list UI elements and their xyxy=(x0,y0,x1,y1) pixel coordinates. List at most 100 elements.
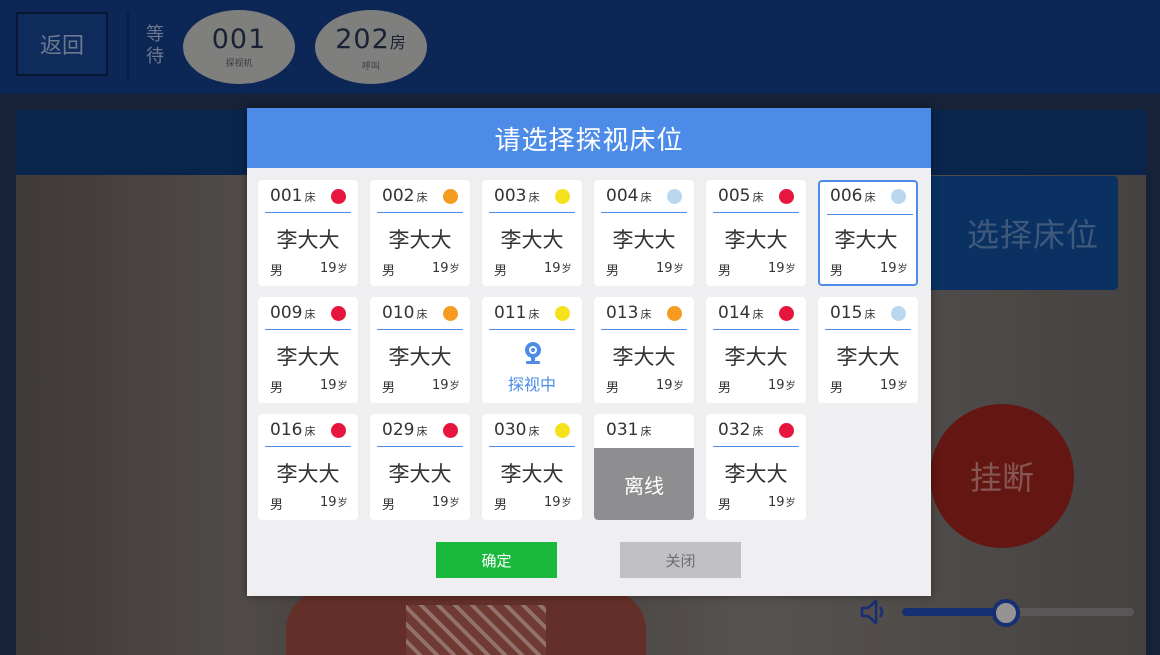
card-divider xyxy=(713,212,799,213)
bed-card[interactable]: 015 床李大大男 19岁 xyxy=(818,297,918,403)
patient-name: 李大大 xyxy=(724,228,788,252)
age-unit: 岁 xyxy=(785,381,796,392)
patient-name: 李大大 xyxy=(388,462,452,486)
visiting-label: 探视中 xyxy=(507,375,556,394)
bed-card[interactable]: 002 床李大大男 19岁 xyxy=(370,180,470,286)
status-dot-icon xyxy=(891,306,906,321)
bed-card[interactable]: 016 床李大大男 19岁 xyxy=(258,414,358,520)
patient-age-line: 19岁 xyxy=(880,377,908,393)
age-unit: 岁 xyxy=(337,264,348,275)
status-dot-icon xyxy=(779,306,794,321)
bed-card[interactable]: 031 床离线 xyxy=(594,414,694,520)
card-divider xyxy=(601,212,687,213)
status-dot-icon xyxy=(555,189,570,204)
bed-card[interactable]: 030 床李大大男 19岁 xyxy=(482,414,582,520)
patient-sex: 男 xyxy=(270,498,284,513)
patient-name: 李大大 xyxy=(500,228,564,252)
bed-card[interactable]: 004 床李大大男 19岁 xyxy=(594,180,694,286)
bed-unit: 床 xyxy=(416,191,428,204)
patient-age-line: 19岁 xyxy=(320,260,348,276)
bed-number: 004 xyxy=(606,186,639,206)
bed-number-line: 004 床 xyxy=(606,186,651,206)
age-unit: 岁 xyxy=(561,264,572,275)
patient-sex: 男 xyxy=(382,264,396,279)
bed-number: 006 xyxy=(830,186,863,206)
bed-card[interactable]: 032 床李大大男 19岁 xyxy=(706,414,806,520)
bed-card[interactable]: 011 床探视中 xyxy=(482,297,582,403)
bed-select-dialog: 请选择探视床位 001 床李大大男 19岁 002 床李大大男 19岁 003 床李大大男 19… xyxy=(247,108,931,596)
bed-number: 013 xyxy=(606,303,639,323)
bed-card[interactable]: 010 床李大大男 19岁 xyxy=(370,297,470,403)
patient-age: 19 xyxy=(656,378,673,393)
bed-card-header: 014 床 xyxy=(706,297,806,331)
bed-number-line: 032 床 xyxy=(718,420,763,440)
bed-card-header: 005 床 xyxy=(706,180,806,214)
card-divider xyxy=(489,212,575,213)
bed-card[interactable]: 014 床李大大男 19岁 xyxy=(706,297,806,403)
bed-card[interactable]: 013 床李大大男 19岁 xyxy=(594,297,694,403)
bed-unit: 床 xyxy=(304,425,316,438)
bed-card-header: 031 床 xyxy=(594,414,694,448)
bed-number-line: 029 床 xyxy=(382,420,427,440)
card-divider xyxy=(265,329,351,330)
bed-card[interactable]: 005 床李大大男 19岁 xyxy=(706,180,806,286)
patient-name: 李大大 xyxy=(500,462,564,486)
bed-number-line: 031 床 xyxy=(606,420,651,440)
bed-number-line: 015 床 xyxy=(830,303,875,323)
card-divider xyxy=(601,329,687,330)
offline-label: 离线 xyxy=(594,448,694,520)
status-dot-icon xyxy=(555,423,570,438)
patient-age: 19 xyxy=(320,261,337,276)
bed-number-line: 010 床 xyxy=(382,303,427,323)
bed-card-header: 010 床 xyxy=(370,297,470,331)
patient-sex: 男 xyxy=(718,381,732,396)
bed-number: 031 xyxy=(606,420,639,440)
card-divider xyxy=(827,214,913,215)
status-dot-icon xyxy=(331,306,346,321)
patient-age-line: 19岁 xyxy=(432,260,460,276)
bed-unit: 床 xyxy=(752,425,764,438)
card-divider xyxy=(377,212,463,213)
bed-number-line: 016 床 xyxy=(270,420,315,440)
status-dot-icon xyxy=(331,423,346,438)
bed-unit: 床 xyxy=(864,308,876,321)
bed-card[interactable]: 009 床李大大男 19岁 xyxy=(258,297,358,403)
card-divider xyxy=(489,329,575,330)
confirm-button[interactable]: 确定 xyxy=(436,542,557,578)
status-dot-icon xyxy=(443,189,458,204)
bed-number: 032 xyxy=(718,420,751,440)
card-divider xyxy=(713,446,799,447)
bed-unit: 床 xyxy=(640,308,652,321)
bed-number-line: 013 床 xyxy=(606,303,651,323)
bed-card-header: 015 床 xyxy=(818,297,918,331)
bed-unit: 床 xyxy=(528,308,540,321)
bed-unit: 床 xyxy=(416,308,428,321)
bed-unit: 床 xyxy=(528,425,540,438)
bed-card[interactable]: 001 床李大大男 19岁 xyxy=(258,180,358,286)
bed-card-header: 002 床 xyxy=(370,180,470,214)
dialog-title: 请选择探视床位 xyxy=(247,108,931,168)
close-button[interactable]: 关闭 xyxy=(620,542,741,578)
patient-name: 李大大 xyxy=(834,228,898,252)
bed-card[interactable]: 029 床李大大男 19岁 xyxy=(370,414,470,520)
age-unit: 岁 xyxy=(897,381,908,392)
bed-number: 002 xyxy=(382,186,415,206)
bed-card[interactable]: 003 床李大大男 19岁 xyxy=(482,180,582,286)
bed-number: 029 xyxy=(382,420,415,440)
status-dot-icon xyxy=(891,189,906,204)
bed-unit: 床 xyxy=(640,191,652,204)
bed-number-line: 030 床 xyxy=(494,420,539,440)
patient-age: 19 xyxy=(320,378,337,393)
age-unit: 岁 xyxy=(673,381,684,392)
bed-number: 015 xyxy=(830,303,863,323)
bed-number-line: 005 床 xyxy=(718,186,763,206)
age-unit: 岁 xyxy=(449,381,460,392)
bed-card[interactable]: 006 床李大大男 19岁 xyxy=(818,180,918,286)
patient-age-line: 19岁 xyxy=(320,377,348,393)
patient-name: 李大大 xyxy=(724,462,788,486)
age-unit: 岁 xyxy=(449,264,460,275)
bed-number: 016 xyxy=(270,420,303,440)
patient-sex: 男 xyxy=(270,264,284,279)
bed-number: 003 xyxy=(494,186,527,206)
age-unit: 岁 xyxy=(561,498,572,509)
